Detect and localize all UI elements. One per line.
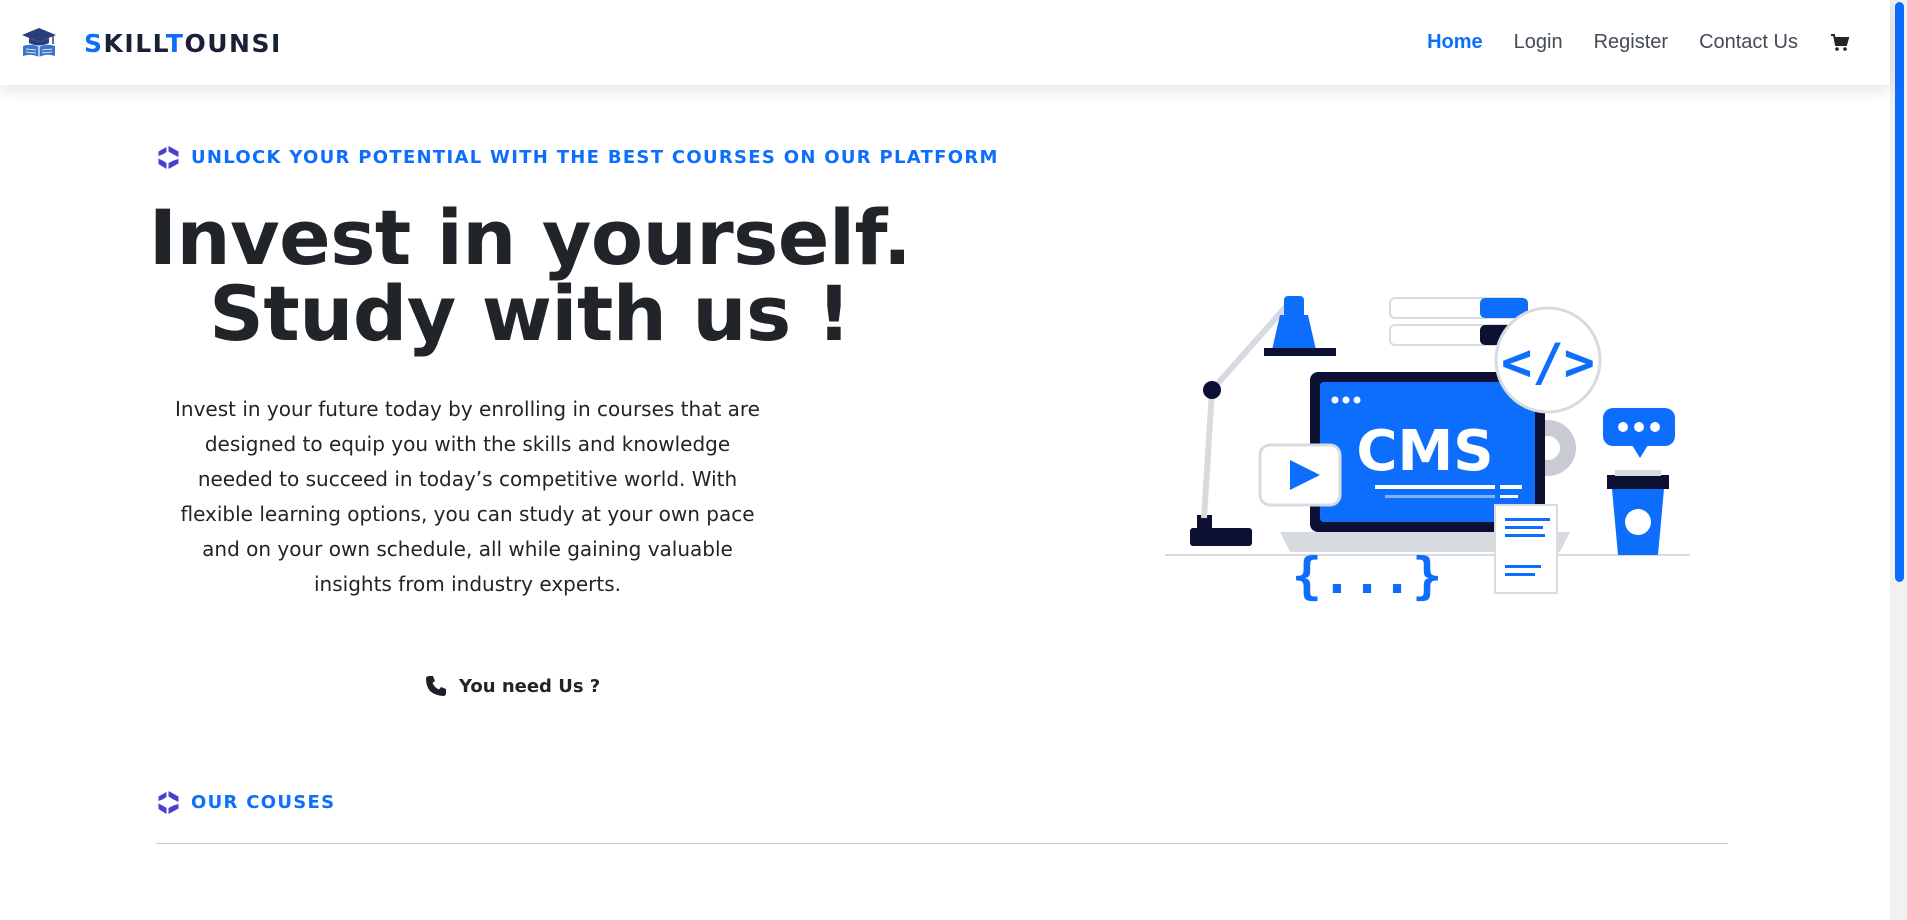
- courses-heading-text: OUR COUSES: [191, 792, 336, 813]
- nav-login[interactable]: Login: [1514, 31, 1563, 54]
- section-divider: [156, 843, 1728, 844]
- brand-name-accent-t: T: [165, 28, 185, 58]
- hero-title-line-2: Study with us !: [209, 269, 851, 358]
- nav-contact-us[interactable]: Contact Us: [1699, 31, 1798, 54]
- hexagon-logo-icon: [158, 791, 179, 814]
- cart-icon[interactable]: [1830, 33, 1850, 53]
- brand-name: SKILLTOUNSI: [84, 29, 282, 58]
- hexagon-logo-icon: [158, 146, 179, 169]
- brand-name-accent-s: S: [84, 28, 104, 58]
- hero-eyebrow-text: UNLOCK YOUR POTENTIAL WITH THE BEST COUR…: [191, 147, 999, 168]
- courses-heading: OUR COUSES: [156, 790, 335, 815]
- main-nav: Home Login Register Contact Us: [1396, 0, 1850, 85]
- scrollbar-thumb[interactable]: [1895, 2, 1904, 582]
- page-scrollbar[interactable]: [1890, 0, 1907, 920]
- top-navbar: SKILLTOUNSI Home Login Register Contact …: [0, 0, 1890, 85]
- graduation-cap-book-icon: [22, 28, 56, 57]
- cms-illustration: CMS </> {...}: [1165, 296, 1690, 605]
- play-icon: [1258, 443, 1342, 507]
- laptop-screen-text: CMS: [1356, 419, 1493, 484]
- coffee-cup-icon: [1607, 470, 1669, 555]
- chat-bubble-icon: [1603, 408, 1675, 458]
- nav-home[interactable]: Home: [1427, 31, 1483, 54]
- brand-name-part-2: OUNSI: [184, 28, 282, 58]
- braces-icon: {...}: [1292, 547, 1443, 605]
- contact-cta[interactable]: You need Us ?: [424, 674, 600, 698]
- brand-name-part-1: KILL: [103, 28, 166, 58]
- phone-icon: [426, 676, 446, 696]
- hero-eyebrow: UNLOCK YOUR POTENTIAL WITH THE BEST COUR…: [156, 145, 999, 170]
- brand[interactable]: SKILLTOUNSI: [20, 26, 282, 60]
- nav-register[interactable]: Register: [1594, 31, 1668, 54]
- hero-title: Invest in yourself. Study with us !: [140, 200, 920, 352]
- hero-description: Invest in your future today by enrolling…: [175, 397, 760, 596]
- cta-label: You need Us ?: [459, 675, 601, 697]
- code-icon: </>: [1501, 333, 1595, 393]
